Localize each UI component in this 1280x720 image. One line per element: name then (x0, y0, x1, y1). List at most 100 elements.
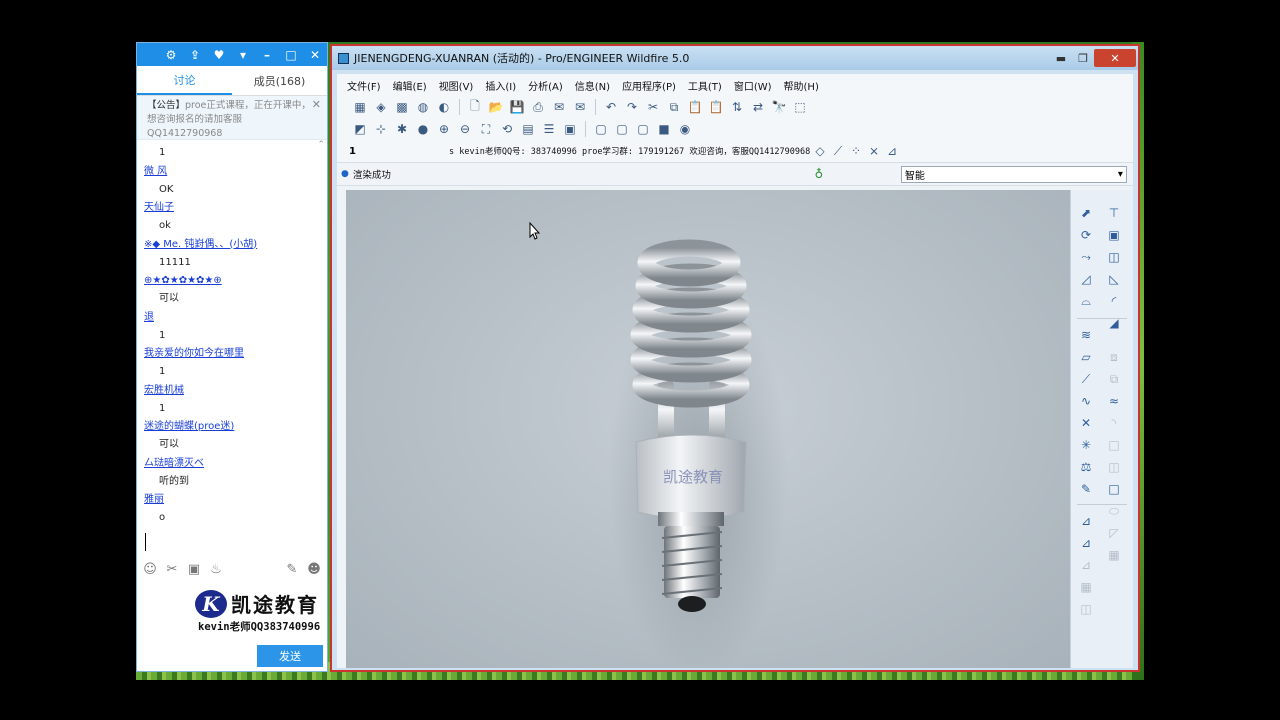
voice-icon[interactable]: ♨ (209, 562, 223, 577)
datum-plane-icon[interactable]: ▱ (1077, 348, 1095, 366)
message-input-caret[interactable] (145, 533, 146, 551)
sender-name[interactable]: 微 风 (144, 163, 323, 181)
selection-filter-select[interactable]: 智能 ▾ (900, 165, 1127, 183)
menu-view[interactable]: 视图(V) (433, 78, 480, 93)
annotation-icon[interactable]: ⊿ (883, 142, 901, 160)
copy-icon[interactable]: ⧉ (665, 98, 683, 116)
dropdown-icon[interactable]: ▾ (231, 43, 255, 66)
hole-icon[interactable]: ⊤ (1105, 204, 1123, 222)
shaded-icon[interactable]: ■ (655, 120, 673, 138)
round-icon[interactable]: ◜ (1105, 292, 1123, 310)
blend-icon[interactable]: ◿ (1077, 270, 1095, 288)
menu-info[interactable]: 信息(N) (569, 78, 616, 93)
image-icon[interactable]: ▣ (187, 562, 201, 577)
send-button[interactable]: 发送 (257, 645, 323, 667)
draft-icon[interactable]: ◺ (1105, 270, 1123, 288)
lights-icon[interactable]: ◍ (414, 98, 432, 116)
print-icon[interactable]: ⎙ (529, 98, 547, 116)
no-hidden-icon[interactable]: ▢ (634, 120, 652, 138)
menu-insert[interactable]: 插入(I) (479, 78, 522, 93)
datum-points-icon[interactable]: ⁘ (847, 142, 865, 160)
spin-center-icon[interactable]: ⊹ (372, 120, 390, 138)
scroll-up-icon[interactable]: ⌃ (317, 140, 325, 150)
restore-icon[interactable]: ❐ (1072, 50, 1094, 66)
sender-name[interactable]: 退 (144, 309, 323, 327)
sender-name[interactable]: 迷途的蝴蝶(proe迷) (144, 418, 323, 436)
datum-point-icon[interactable]: ✕ (1077, 414, 1095, 432)
extrude-icon[interactable]: ⬈ (1077, 204, 1095, 222)
mail-attach-icon[interactable]: ✉ (571, 98, 589, 116)
menu-edit[interactable]: 编辑(E) (387, 78, 433, 93)
graphics-viewport[interactable]: 凯途教育 (346, 190, 1070, 668)
paste-special-icon[interactable]: 📋 (707, 98, 725, 116)
sender-name[interactable]: 厶琺暗漂灭ベ (144, 455, 323, 473)
maximize-icon[interactable]: □ (279, 43, 303, 66)
send-mail-icon[interactable]: ✉ (550, 98, 568, 116)
chamfer-icon[interactable]: ◢ (1105, 314, 1123, 332)
shading-icon[interactable]: ● (414, 120, 432, 138)
redo-icon[interactable]: ↷ (623, 98, 641, 116)
style-icon[interactable]: ⌓ (1077, 292, 1095, 310)
reorient-icon[interactable]: ⟲ (498, 120, 516, 138)
view-manager-icon[interactable]: ▣ (561, 120, 579, 138)
close-icon[interactable]: ✕ (1094, 49, 1136, 67)
solidify-icon[interactable]: □ (1105, 480, 1123, 498)
datum-axes-icon[interactable]: ⟋ (829, 142, 847, 160)
note-icon[interactable]: ⊿ (1077, 534, 1095, 552)
shell-icon[interactable]: ▣ (1105, 226, 1123, 244)
share-icon[interactable]: ⇪ (183, 43, 207, 66)
undo-icon[interactable]: ↶ (602, 98, 620, 116)
repaint-icon[interactable]: ◩ (351, 120, 369, 138)
zoom-in-icon[interactable]: ⊕ (435, 120, 453, 138)
paste-icon[interactable]: 📋 (686, 98, 704, 116)
refit-icon[interactable]: ⛶ (477, 120, 495, 138)
emoji-icon[interactable]: ☺ (143, 562, 157, 577)
sketch-curve-icon[interactable]: ∿ (1077, 392, 1095, 410)
menu-applications[interactable]: 应用程序(P) (616, 78, 682, 93)
sender-name[interactable]: 雅丽 (144, 491, 323, 509)
sender-name[interactable]: ※◆ Me. 钝崶偶、、(小胡) (144, 236, 323, 254)
tab-discussion[interactable]: 讨论 (137, 66, 232, 95)
menu-analysis[interactable]: 分析(A) (522, 78, 569, 93)
coordinate-sys-icon[interactable]: ⨯ (865, 142, 883, 160)
wireframe-icon[interactable]: ▢ (592, 120, 610, 138)
cut-icon[interactable]: ✂ (644, 98, 662, 116)
room-icon[interactable]: ▩ (393, 98, 411, 116)
contacts-icon[interactable]: ☻ (307, 562, 321, 577)
edit-icon[interactable]: ✎ (285, 562, 299, 577)
sender-name[interactable]: 宏胜机械 (144, 382, 323, 400)
open-folder-icon[interactable]: 📂 (487, 98, 505, 116)
find-icon[interactable]: 🔭 (770, 98, 788, 116)
hidden-line-icon[interactable]: ▢ (613, 120, 631, 138)
analysis-feature-icon[interactable]: ⚖ (1077, 458, 1095, 476)
render-scene-icon[interactable]: ▦ (351, 98, 369, 116)
revolve-icon[interactable]: ⟳ (1077, 226, 1095, 244)
sketch-icon[interactable]: ✎ (1077, 480, 1095, 498)
rib-icon[interactable]: ◫ (1105, 248, 1123, 266)
sender-name[interactable]: 天仙子 (144, 199, 323, 217)
enhanced-realism-icon[interactable]: ◉ (676, 120, 694, 138)
tab-members[interactable]: 成员(168) (232, 66, 327, 95)
sender-name[interactable]: ⊕★✿★✿★✿★⊕ (144, 272, 323, 290)
regenerate-icon[interactable]: ⇅ (728, 98, 746, 116)
merge-icon[interactable]: ≈ (1105, 392, 1123, 410)
scissors-icon[interactable]: ✂ (165, 562, 179, 577)
saved-views-icon[interactable]: ▤ (519, 120, 537, 138)
minimize-icon[interactable]: ▬ (1050, 50, 1072, 66)
zoom-out-icon[interactable]: ⊖ (456, 120, 474, 138)
announcement-close-icon[interactable]: ✕ (312, 98, 321, 112)
minimize-icon[interactable]: – (255, 43, 279, 66)
appearance-icon[interactable]: ◈ (372, 98, 390, 116)
render-icon[interactable]: ◐ (435, 98, 453, 116)
menu-window[interactable]: 窗口(W) (728, 78, 778, 93)
menu-help[interactable]: 帮助(H) (778, 78, 825, 93)
annotation-feature-icon[interactable]: ⊿ (1077, 512, 1095, 530)
heart-icon[interactable]: ♥ (207, 43, 231, 66)
datum-planes-icon[interactable]: ◇ (811, 142, 829, 160)
settings-icon[interactable]: ⚙ (159, 43, 183, 66)
save-icon[interactable]: 💾 (508, 98, 526, 116)
csys-icon[interactable]: ✳ (1077, 436, 1095, 454)
close-icon[interactable]: ✕ (303, 43, 327, 66)
warp-icon[interactable]: ≋ (1077, 326, 1095, 344)
datum-axis-icon[interactable]: ⟋ (1077, 370, 1095, 388)
